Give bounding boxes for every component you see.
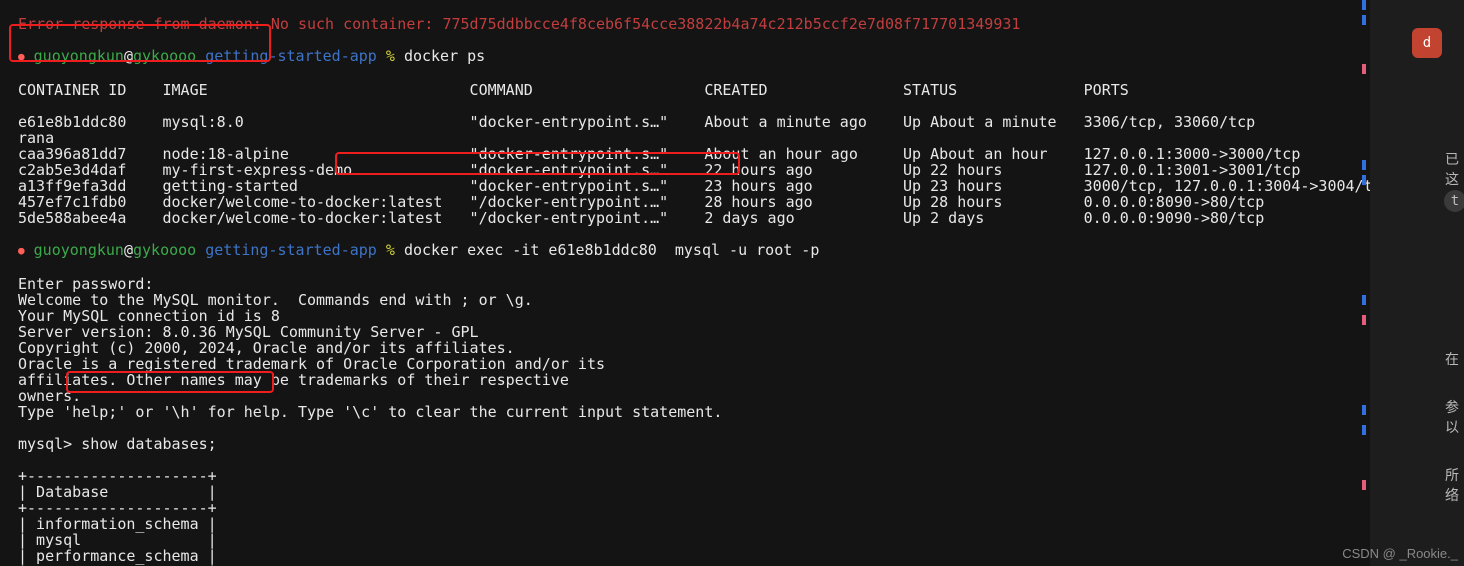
right-icon-d[interactable]: d (1412, 28, 1442, 58)
db-table: +--------------------+| Database |+-----… (18, 468, 1370, 566)
right-text-7: 所 (1445, 468, 1459, 484)
right-text-8: 络 (1445, 488, 1459, 504)
right-text-6: 以 (1445, 420, 1459, 436)
table-row: c2ab5e3d4daf my-first-express-demo "dock… (18, 162, 1370, 178)
prompt-line-exec[interactable]: ● guoyongkun@gykoooo getting-started-app… (18, 242, 1370, 260)
table-row: e61e8b1ddc80 mysql:8.0 "docker-entrypoin… (18, 114, 1370, 130)
mysql-banner: Enter password:Welcome to the MySQL moni… (18, 276, 1370, 420)
terminal[interactable]: Error response from daemon: No such cont… (0, 0, 1370, 566)
right-badge-t[interactable]: t (1444, 190, 1464, 212)
right-panel[interactable]: d 已 这 t 在 参 以 所 络 (1370, 0, 1464, 566)
tab-dot-icon: ● (18, 244, 25, 257)
table-row: rana (18, 130, 1370, 146)
table-row: a13ff9efa3dd getting-started "docker-ent… (18, 178, 1370, 194)
right-text-1: 已 (1445, 152, 1459, 168)
minimap-marks (1360, 0, 1370, 566)
mysql-cmd-line[interactable]: mysql> show databases; (18, 436, 1370, 452)
cmd-docker-ps: docker ps (404, 47, 485, 65)
right-text-2: 这 (1445, 172, 1459, 188)
ps-rows: e61e8b1ddc80 mysql:8.0 "docker-entrypoin… (18, 114, 1370, 226)
ps-header: CONTAINER ID IMAGE COMMAND CREATED STATU… (18, 82, 1370, 98)
error-line: Error response from daemon: No such cont… (18, 16, 1370, 32)
prompt-line-ps[interactable]: ● guoyongkun@gykoooo getting-started-app… (18, 48, 1370, 66)
mysql-cmd: show databases; (81, 435, 216, 453)
watermark: CSDN @ _Rookie._ (1342, 546, 1458, 562)
tab-dot-icon: ● (18, 50, 25, 63)
right-text-4: 在 (1445, 352, 1459, 368)
table-row: caa396a81dd7 node:18-alpine "docker-entr… (18, 146, 1370, 162)
table-row: 457ef7c1fdb0 docker/welcome-to-docker:la… (18, 194, 1370, 210)
right-text-5: 参 (1445, 400, 1459, 416)
cmd-docker-exec: docker exec -it e61e8b1ddc80 mysql -u ro… (404, 241, 819, 259)
table-row: 5de588abee4a docker/welcome-to-docker:la… (18, 210, 1370, 226)
